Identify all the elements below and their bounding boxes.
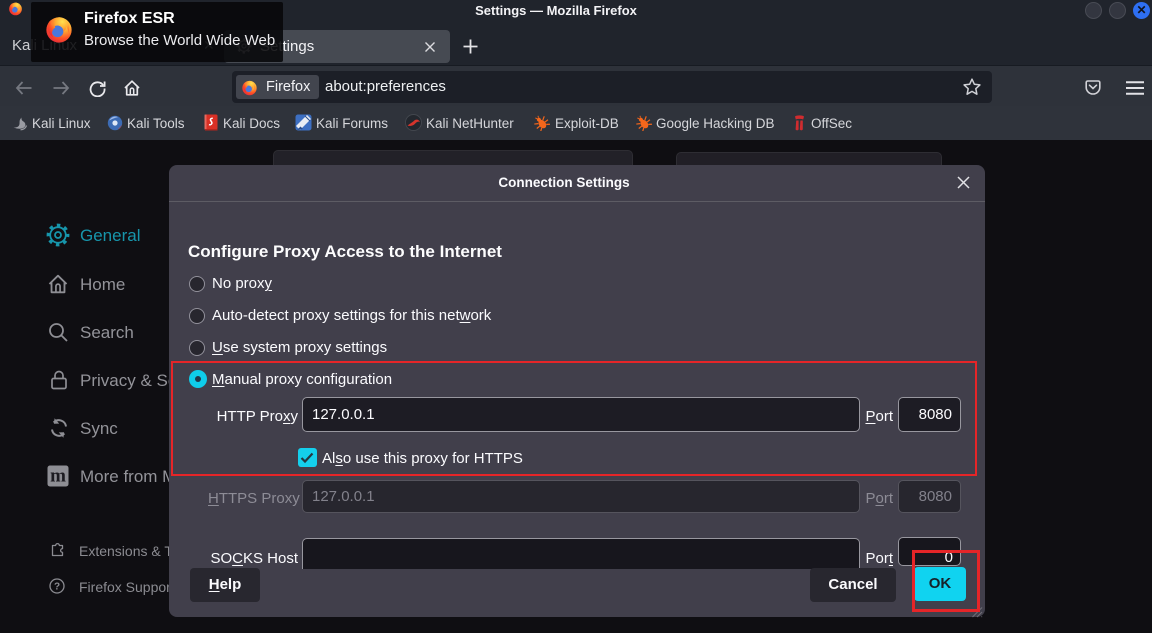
svg-text:?: ? (54, 582, 60, 593)
svg-text:m: m (50, 466, 66, 487)
